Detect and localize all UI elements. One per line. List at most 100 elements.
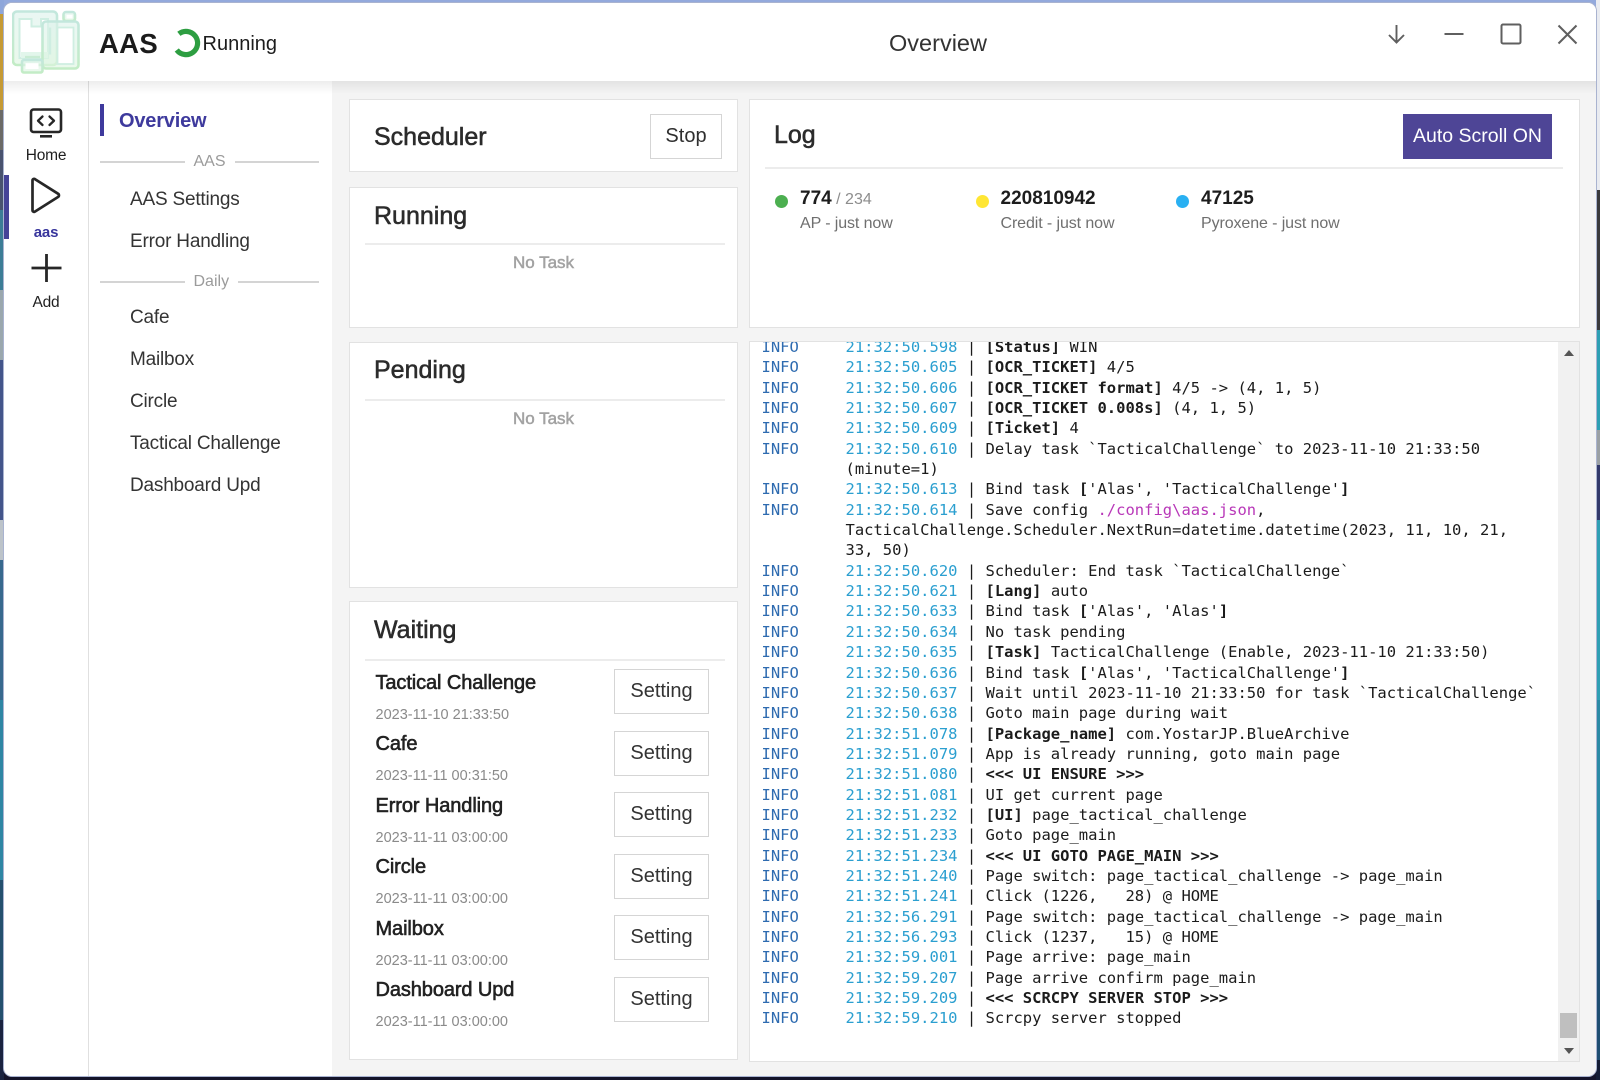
log-line: INFO 21:32:51.081 | UI get current page	[762, 785, 1540, 805]
rail-aas-label: aas	[4, 224, 88, 241]
task-setting-button[interactable]: Setting	[614, 731, 709, 776]
log-scrollbar[interactable]	[1558, 342, 1579, 1061]
stat-dot	[775, 195, 788, 208]
sidebar-group-aas: AAS	[90, 150, 335, 174]
log-line: INFO 21:32:50.609 | [Ticket] 4	[762, 418, 1540, 438]
stat-value: 220810942	[1001, 188, 1096, 209]
log-line: INFO 21:32:50.614 | Save config ./config…	[762, 500, 1540, 561]
scrollbar-thumb[interactable]	[1560, 1013, 1577, 1038]
sidebar-overview-label: Overview	[119, 110, 206, 133]
pending-card: Pending No Task	[349, 342, 738, 588]
app-body: Home aas Add Overview AAS	[4, 81, 1596, 1076]
log-line: INFO 21:32:59.207 | Page arrive confirm …	[762, 968, 1540, 988]
stat-item: 774 / 234 AP - just now	[775, 188, 976, 233]
stat-suffix: / 234	[832, 191, 872, 208]
log-line: INFO 21:32:59.210 | Scrcpy server stoppe…	[762, 1008, 1540, 1028]
scroll-up-button[interactable]	[1558, 344, 1579, 361]
sidebar-item[interactable]: Dashboard Upd	[90, 465, 335, 507]
log-line: INFO 21:32:51.232 | [UI] page_tactical_c…	[762, 805, 1540, 825]
stat-item: 47125 Pyroxene - just now	[1176, 188, 1377, 233]
waiting-item: Dashboard Upd 2023-11-11 03:00:00 Settin…	[376, 968, 710, 1030]
waiting-card: Waiting Tactical Challenge 2023-11-10 21…	[349, 601, 738, 1060]
resource-stats: 774 / 234 AP - just now 220810942 Credit…	[775, 188, 1579, 233]
log-view[interactable]: INFO 21:32:50.598 | [Status] WININFO 21:…	[750, 342, 1558, 1061]
log-line: INFO 21:32:50.605 | [OCR_TICKET] 4/5	[762, 357, 1540, 377]
waiting-task-time: 2023-11-11 03:00:00	[376, 830, 509, 846]
waiting-task-name: Tactical Challenge	[376, 672, 537, 695]
log-line: INFO 21:32:51.080 | <<< UI ENSURE >>>	[762, 764, 1540, 784]
rail-item-home[interactable]: Home	[4, 108, 88, 165]
stat-label: AP - just now	[800, 215, 976, 233]
rail-home-label: Home	[4, 147, 88, 165]
log-line: INFO 21:32:51.240 | Page switch: page_ta…	[762, 866, 1540, 886]
log-line: INFO 21:32:59.001 | Page arrive: page_ma…	[762, 947, 1540, 967]
waiting-task-time: 2023-11-10 21:33:50	[376, 707, 510, 723]
task-setting-button[interactable]: Setting	[614, 669, 709, 714]
sidebar-item[interactable]: Mailbox	[90, 339, 335, 381]
stat-item: 220810942 Credit - just now	[976, 188, 1177, 233]
stat-value-row: 220810942	[1001, 188, 1177, 210]
stat-value-row: 774 / 234	[800, 188, 976, 210]
nav-rail: Home aas Add	[4, 81, 89, 1076]
minimize-button[interactable]	[1425, 5, 1482, 63]
app-window: AAS Running Overview	[3, 2, 1597, 1077]
task-setting-button[interactable]: Setting	[614, 915, 709, 960]
sidebar-item[interactable]: AAS Settings	[90, 179, 335, 221]
running-title: Running	[374, 202, 737, 231]
sidebar-group-daily: Daily	[90, 270, 335, 294]
auto-scroll-button[interactable]: Auto Scroll ON	[1403, 114, 1552, 159]
download-button[interactable]	[1368, 5, 1425, 63]
log-line: INFO 21:32:50.635 | [Task] TacticalChall…	[762, 642, 1540, 662]
log-line: INFO 21:32:51.078 | [Package_name] com.Y…	[762, 724, 1540, 744]
waiting-task-name: Mailbox	[376, 918, 444, 941]
app-title: AAS	[99, 28, 158, 60]
scroll-down-button[interactable]	[1558, 1042, 1579, 1059]
waiting-task-time: 2023-11-11 00:31:50	[376, 768, 509, 784]
log-line: INFO 21:32:50.633 | Bind task ['Alas', '…	[762, 601, 1540, 621]
sidebar-selected-indicator	[100, 104, 104, 136]
sidebar-item[interactable]: Error Handling	[90, 221, 335, 263]
scroll-up-icon	[1564, 350, 1574, 356]
log-line: INFO 21:32:50.638 | Goto main page durin…	[762, 703, 1540, 723]
sidebar-item-overview[interactable]: Overview	[90, 103, 335, 139]
home-icon	[29, 108, 63, 138]
rail-add-label: Add	[4, 294, 88, 312]
stat-value: 47125	[1201, 188, 1254, 209]
waiting-list: Tactical Challenge 2023-11-10 21:33:50 S…	[350, 661, 737, 1030]
sidebar-item[interactable]: Cafe	[90, 297, 335, 339]
log-line: INFO 21:32:50.636 | Bind task ['Alas', '…	[762, 663, 1540, 683]
log-header: Log Auto Scroll ON	[750, 100, 1579, 164]
close-button[interactable]	[1539, 5, 1596, 63]
waiting-title: Waiting	[374, 616, 737, 645]
rail-item-add[interactable]: Add	[4, 253, 88, 312]
maximize-button[interactable]	[1482, 5, 1539, 63]
waiting-task-time: 2023-11-11 03:00:00	[376, 1014, 509, 1030]
running-card: Running No Task	[349, 187, 738, 328]
page-title: Overview	[853, 30, 1023, 57]
stat-label: Credit - just now	[1001, 215, 1177, 233]
rail-item-aas[interactable]: aas	[4, 176, 88, 241]
sidebar-item[interactable]: Tactical Challenge	[90, 423, 335, 465]
window-controls	[1368, 5, 1596, 63]
sidebar-group-daily-label: Daily	[185, 273, 239, 291]
log-line: INFO 21:32:50.607 | [OCR_TICKET 0.008s] …	[762, 398, 1540, 418]
task-setting-button[interactable]: Setting	[614, 977, 709, 1022]
waiting-task-time: 2023-11-11 03:00:00	[376, 891, 509, 907]
titlebar: AAS Running Overview	[4, 3, 1596, 81]
log-line: INFO 21:32:50.606 | [OCR_TICKET format] …	[762, 378, 1540, 398]
task-setting-button[interactable]: Setting	[614, 854, 709, 899]
main-content: Scheduler Stop Running No Task Pending N…	[332, 81, 1596, 1076]
stop-button[interactable]: Stop	[650, 114, 722, 159]
play-icon	[29, 176, 63, 215]
plus-icon	[30, 253, 63, 283]
log-line: INFO 21:32:50.637 | Wait until 2023-11-1…	[762, 683, 1540, 703]
maximize-icon	[1500, 23, 1522, 45]
log-line: INFO 21:32:56.291 | Page switch: page_ta…	[762, 907, 1540, 927]
sidebar-item[interactable]: Circle	[90, 381, 335, 423]
status-label: Running	[203, 33, 278, 56]
waiting-item: Cafe 2023-11-11 00:31:50 Setting	[376, 722, 710, 784]
task-setting-button[interactable]: Setting	[614, 792, 709, 837]
waiting-item: Error Handling 2023-11-11 03:00:00 Setti…	[376, 784, 710, 846]
log-line: INFO 21:32:51.233 | Goto page_main	[762, 825, 1540, 845]
sidebar-group-aas-items: AAS Settings Error Handling	[90, 179, 335, 263]
